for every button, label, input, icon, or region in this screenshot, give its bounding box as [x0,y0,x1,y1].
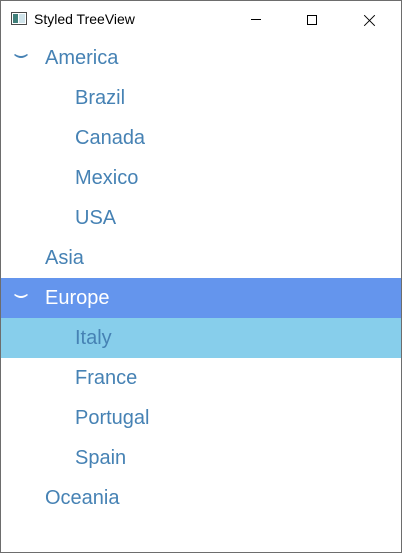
tree-item-italy[interactable]: Italy [1,318,401,358]
tree-item-label: France [75,366,138,389]
maximize-icon [307,14,317,25]
tree-item-europe[interactable]: Europe [1,278,401,318]
tree-item-spain[interactable]: Spain [1,438,401,478]
tree-item-label: America [45,46,119,69]
tree-item-label: Italy [75,326,112,349]
tree-item-oceania[interactable]: Oceania [1,478,401,518]
window-title: Styled TreeView [34,11,135,27]
tree-item-label: Brazil [75,86,126,109]
tree-item-portugal[interactable]: Portugal [1,398,401,438]
tree-item-label: Mexico [75,166,139,189]
maximize-button[interactable] [289,1,335,38]
tree-item-mexico[interactable]: Mexico [1,158,401,198]
tree-item-asia[interactable]: Asia [1,238,401,278]
tree-item-label: Spain [75,446,127,469]
tree-item-label: Canada [75,126,146,149]
title-bar[interactable]: Styled TreeView [1,1,401,38]
tree-item-label: Portugal [75,406,150,429]
chevron-down-icon[interactable] [13,52,29,62]
tree-item-canada[interactable]: Canada [1,118,401,158]
minimize-button[interactable] [233,1,279,38]
tree-item-label: Oceania [45,486,120,509]
tree-item-label: USA [75,206,117,229]
tree-item-label: Asia [45,246,84,269]
close-button[interactable] [347,1,393,38]
window: Styled TreeView America Brazil Canada Me… [0,0,402,553]
tree-item-america[interactable]: America [1,38,401,78]
tree-view: America Brazil Canada Mexico USA Asia Eu… [1,38,401,518]
app-window-icon [11,12,27,25]
tree-item-label: Europe [45,286,110,309]
tree-item-brazil[interactable]: Brazil [1,78,401,118]
minimize-icon [251,19,261,20]
tree-item-usa[interactable]: USA [1,198,401,238]
tree-item-france[interactable]: France [1,358,401,398]
close-icon [364,14,376,26]
chevron-down-icon[interactable] [13,292,29,302]
